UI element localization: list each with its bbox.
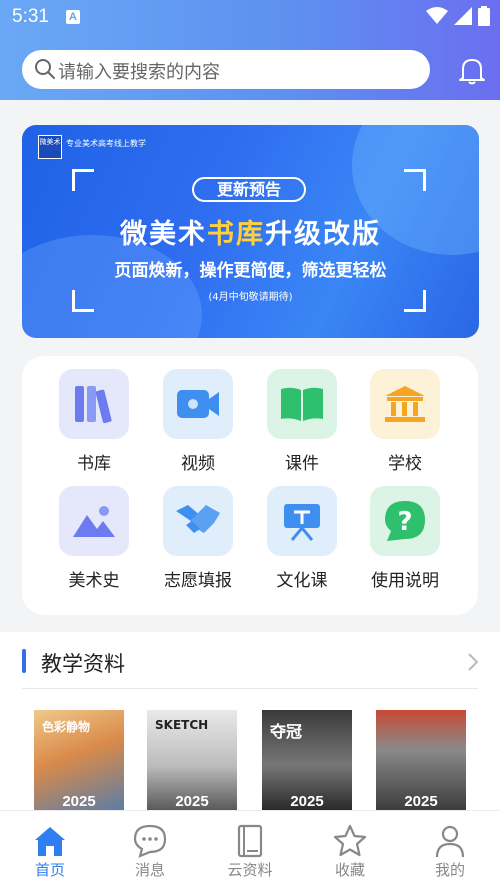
chat-bubble-icon	[133, 824, 167, 858]
grid-label: 使用说明	[371, 571, 439, 591]
chevron-right-icon[interactable]	[467, 652, 479, 672]
banner-pill: 更新预告	[192, 177, 306, 202]
status-bar: 5:31 A	[0, 0, 500, 36]
grid-label: 视频	[181, 454, 215, 474]
banner-note: (4月中旬敬请期待)	[208, 292, 293, 303]
battery-icon	[478, 6, 490, 26]
document-icon	[237, 824, 263, 858]
grid-label: 志愿填报	[164, 571, 232, 591]
grid-label: 书库	[77, 454, 111, 474]
book-year: 2025	[62, 793, 96, 810]
banner-subtitle: 页面焕新，操作更简便，筛选更轻松	[114, 261, 387, 281]
grid-label: 学校	[388, 454, 422, 474]
app-notification-icon: A	[66, 10, 80, 24]
tab-label: 收藏	[334, 861, 365, 879]
person-icon	[435, 825, 465, 858]
grid-label: 课件	[285, 454, 319, 474]
easel-board-icon	[284, 504, 320, 541]
search-input[interactable]: 请输入要搜索的内容	[58, 58, 220, 84]
feature-grid: 书库 视频 课件 学校 美术史 志愿填报 文化课 ? 使用说明	[22, 356, 478, 615]
question-bubble-icon: ?	[385, 501, 425, 541]
divider	[22, 688, 478, 689]
school-building-icon	[385, 386, 425, 422]
grid-item-culture-course[interactable]: 文化课	[257, 486, 347, 591]
tab-label: 我的	[434, 861, 465, 879]
banner-title-part: 升级改版	[265, 219, 381, 250]
tab-label: 云资料	[227, 861, 273, 879]
status-time: 5:31	[12, 6, 49, 27]
tab-home[interactable]: 首页	[0, 811, 100, 888]
banner-title-part: 微美术	[120, 219, 207, 250]
bottom-tab-bar: 首页 消息 云资料 收藏 我的	[0, 810, 500, 888]
grid-item-art-history[interactable]: 美术史	[49, 486, 139, 591]
frame-corner	[72, 169, 94, 191]
tab-cloud-materials[interactable]: 云资料	[200, 811, 300, 888]
landscape-picture-icon	[73, 506, 115, 537]
search-bar[interactable]: 请输入要搜索的内容	[22, 50, 430, 89]
teaching-materials-section: 教学资料 色彩静物 2025 SKETCH 2025 夺冠 2025 2025	[0, 632, 500, 810]
banner-title-highlight: 书库	[207, 219, 265, 250]
books-icon	[75, 386, 112, 424]
grid-item-library[interactable]: 书库	[49, 369, 139, 474]
book-year: 2025	[175, 793, 209, 810]
book-title: 色彩静物	[42, 720, 91, 734]
section-accent-bar	[22, 649, 26, 673]
banner-title: 微美术书库升级改版	[22, 212, 479, 251]
grid-item-school[interactable]: 学校	[360, 369, 450, 474]
brand-tagline: 专业美术高考线上教学	[66, 139, 146, 148]
tab-messages[interactable]: 消息	[100, 811, 200, 888]
book-cover[interactable]: 2025	[376, 710, 466, 810]
book-year: 2025	[290, 793, 324, 810]
book-year: 2025	[404, 793, 438, 810]
promo-banner[interactable]: 微美术 专业美术高考线上教学 更新预告 微美术书库升级改版 页面焕新，操作更简便…	[22, 125, 479, 338]
grid-label: 美术史	[68, 571, 120, 591]
handshake-icon	[176, 505, 220, 533]
status-icons	[426, 6, 490, 26]
frame-corner	[404, 169, 426, 191]
section-title: 教学资料	[41, 652, 125, 676]
book-cover[interactable]: 色彩静物 2025	[34, 710, 124, 810]
tab-favorites[interactable]: 收藏	[300, 811, 400, 888]
grid-item-instructions[interactable]: ? 使用说明	[360, 486, 450, 591]
tab-label: 消息	[134, 861, 165, 879]
star-icon	[333, 824, 367, 857]
grid-item-application[interactable]: 志愿填报	[153, 486, 243, 591]
search-icon	[35, 59, 55, 79]
svg-text:?: ?	[397, 507, 412, 537]
tab-profile[interactable]: 我的	[400, 811, 500, 888]
video-camera-icon	[177, 390, 219, 418]
book-cover[interactable]: SKETCH 2025	[147, 710, 237, 810]
grid-item-video[interactable]: 视频	[153, 369, 243, 474]
brand-logo: 微美术	[38, 135, 62, 159]
open-book-icon	[281, 387, 323, 421]
book-title: SKETCH	[155, 718, 209, 732]
app-header: 5:31 A 请输入要搜索的内容	[0, 0, 500, 100]
bell-icon[interactable]	[459, 57, 485, 85]
wifi-icon	[426, 7, 448, 24]
book-cover[interactable]: 夺冠 2025	[262, 710, 352, 810]
grid-item-courseware[interactable]: 课件	[257, 369, 347, 474]
book-title: 夺冠	[270, 722, 303, 741]
signal-icon	[454, 7, 472, 25]
tab-label: 首页	[34, 861, 65, 879]
home-icon	[35, 827, 65, 856]
grid-label: 文化课	[276, 571, 328, 591]
